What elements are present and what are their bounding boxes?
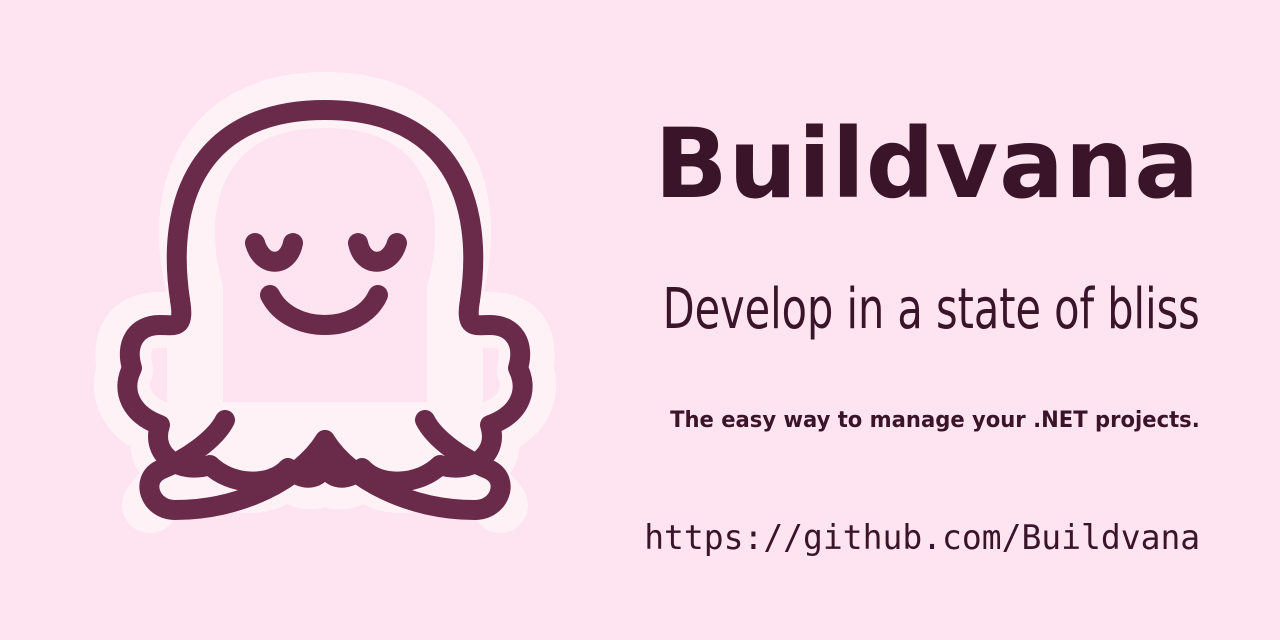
github-link[interactable]: https://github.com/Buildvana xyxy=(644,521,1200,555)
brand-description: The easy way to manage your .NET project… xyxy=(670,408,1200,433)
brand-tagline: Develop in a state of bliss xyxy=(662,277,1200,342)
brand-name: Buildvana xyxy=(654,108,1200,220)
brand-text-block: Buildvana Develop in a state of bliss Th… xyxy=(540,0,1200,640)
octopus-mascot-icon xyxy=(94,72,556,533)
